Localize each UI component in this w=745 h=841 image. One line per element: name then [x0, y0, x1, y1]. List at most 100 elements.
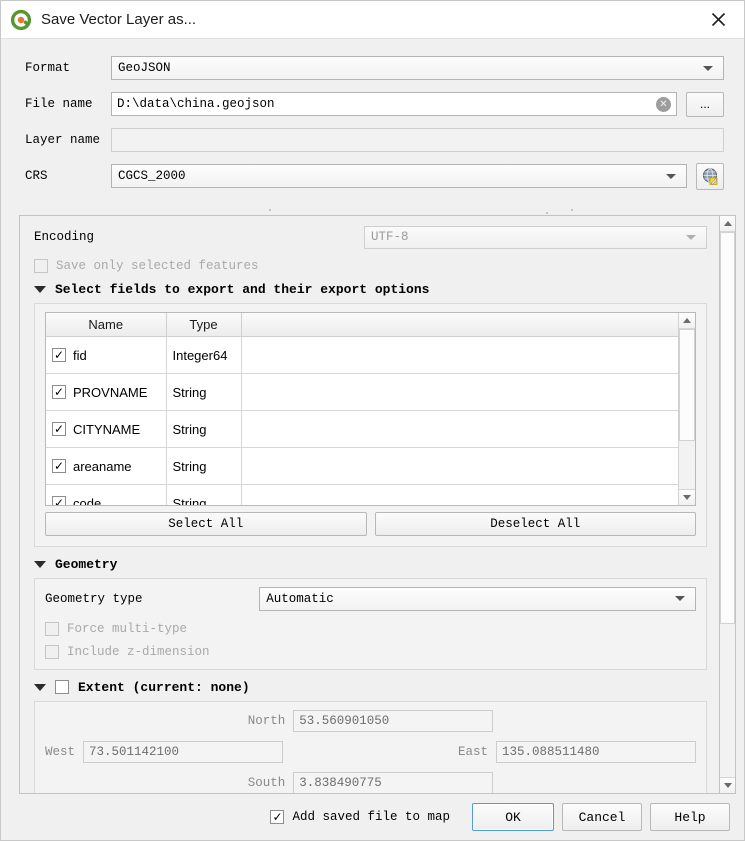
- extent-groupbox: North 53.560901050 West 73.501142100 Eas…: [34, 700, 707, 793]
- field-name-cell[interactable]: ✓ CITYNAME: [46, 410, 167, 449]
- include-z-dimension-label: Include z-dimension: [67, 644, 210, 659]
- extent-south-input[interactable]: 3.838490775: [293, 771, 494, 793]
- save-only-selected-row: Save only selected features: [34, 258, 707, 273]
- select-fields-groupbox: Name Type ✓ fid Integer64 ✓ PROVNAME Str…: [34, 302, 707, 547]
- cancel-button[interactable]: Cancel: [562, 803, 642, 831]
- column-header-name[interactable]: Name: [46, 312, 167, 338]
- browse-file-button[interactable]: ...: [686, 91, 724, 117]
- crs-row: CRS CGCS_2000: [25, 161, 724, 191]
- field-checkbox[interactable]: ✓: [52, 422, 66, 437]
- save-only-selected-label: Save only selected features: [56, 258, 259, 273]
- fields-scroll-track[interactable]: [679, 328, 695, 489]
- field-name-cell[interactable]: ✓ areaname: [46, 447, 167, 486]
- crs-label: CRS: [25, 169, 48, 183]
- field-type-cell: String: [166, 447, 242, 486]
- fields-buttons-row: Select All Deselect All: [45, 511, 696, 536]
- fields-table-viewport: Name Type ✓ fid Integer64 ✓ PROVNAME Str…: [46, 312, 678, 505]
- geometry-type-combobox[interactable]: Automatic: [259, 586, 696, 611]
- add-saved-file-label: Add saved file to map: [292, 810, 450, 824]
- field-checkbox[interactable]: ✓: [52, 459, 66, 474]
- table-row[interactable]: ✓ PROVNAME String: [46, 373, 678, 412]
- file-name-label: File name: [25, 97, 93, 111]
- file-name-value: D:\data\china.geojson: [117, 97, 275, 111]
- select-fields-section-title: Select fields to export and their export…: [55, 281, 430, 297]
- scroll-up-icon[interactable]: [720, 215, 735, 232]
- crs-combobox[interactable]: CGCS_2000: [111, 164, 687, 188]
- extent-east-label: East: [457, 744, 488, 759]
- extent-north-row: North 53.560901050: [45, 709, 696, 732]
- save-vector-layer-dialog: Save Vector Layer as... Format GeoJSON F…: [0, 0, 745, 841]
- options-scroll-track[interactable]: [720, 231, 735, 777]
- ok-button[interactable]: OK: [472, 803, 554, 831]
- field-name-text: PROVNAME: [73, 384, 148, 400]
- scroll-up-icon[interactable]: [679, 312, 695, 329]
- column-header-blank: [241, 312, 678, 338]
- fields-table-scrollbar[interactable]: [678, 312, 695, 505]
- save-only-selected-checkbox[interactable]: [34, 258, 48, 273]
- field-name-text: code: [73, 495, 102, 505]
- chevron-down-icon[interactable]: [34, 683, 46, 691]
- scroll-down-icon[interactable]: [720, 777, 735, 793]
- geometry-type-row: Geometry type Automatic: [45, 586, 696, 611]
- field-filler-cell: [241, 484, 678, 505]
- field-checkbox[interactable]: ✓: [52, 348, 66, 363]
- table-row[interactable]: ✓ fid Integer64: [46, 336, 678, 375]
- options-scroll-area: Encoding UTF-8 Save only selected featur…: [19, 214, 736, 794]
- encoding-row: Encoding UTF-8: [34, 225, 707, 249]
- options-scroll-thumb[interactable]: [720, 231, 735, 625]
- field-type-cell: Integer64: [166, 336, 242, 375]
- chevron-down-icon: [686, 234, 696, 240]
- add-saved-file-checkbox[interactable]: ✓: [270, 810, 285, 824]
- help-button[interactable]: Help: [650, 803, 730, 831]
- geometry-groupbox: Geometry type Automatic Force multi-type…: [34, 577, 707, 670]
- options-scrollbar[interactable]: [719, 214, 736, 794]
- field-name-cell[interactable]: ✓ code: [46, 484, 167, 505]
- extent-north-input[interactable]: 53.560901050: [293, 709, 494, 732]
- splitter-handle[interactable]: [1, 205, 744, 215]
- chevron-down-icon[interactable]: [34, 560, 46, 568]
- clear-icon[interactable]: ✕: [656, 96, 671, 112]
- include-z-dimension-checkbox[interactable]: [45, 644, 59, 659]
- extent-west-label: West: [45, 744, 76, 759]
- chevron-down-icon: [703, 65, 713, 71]
- fields-table: Name Type ✓ fid Integer64 ✓ PROVNAME Str…: [46, 312, 678, 505]
- select-fields-section-header[interactable]: Select fields to export and their export…: [34, 282, 707, 297]
- extent-west-east-row: West 73.501142100 East 135.088511480: [45, 740, 696, 763]
- include-z-dimension-row: Include z-dimension: [45, 644, 696, 659]
- field-name-text: areaname: [73, 458, 132, 474]
- column-header-type[interactable]: Type: [166, 312, 242, 338]
- extent-section-header[interactable]: Extent (current: none): [34, 680, 707, 695]
- field-filler-cell: [241, 447, 678, 486]
- format-row: Format GeoJSON: [25, 53, 724, 83]
- field-name-cell[interactable]: ✓ PROVNAME: [46, 373, 167, 412]
- extent-enable-checkbox[interactable]: [55, 680, 69, 695]
- add-saved-file-row: ✓ Add saved file to map: [270, 810, 450, 824]
- close-icon[interactable]: [698, 2, 738, 38]
- geometry-section-header[interactable]: Geometry: [34, 557, 707, 572]
- extent-east-input[interactable]: 135.088511480: [496, 740, 696, 763]
- format-label: Format: [25, 61, 71, 75]
- extent-west-input[interactable]: 73.501142100: [83, 740, 284, 763]
- layer-name-input[interactable]: [111, 128, 724, 152]
- field-checkbox[interactable]: ✓: [52, 385, 66, 400]
- fields-scroll-thumb[interactable]: [679, 328, 695, 441]
- table-row[interactable]: ✓ CITYNAME String: [46, 410, 678, 449]
- force-multi-type-checkbox[interactable]: [45, 621, 59, 636]
- extent-section-title: Extent (current: none): [78, 679, 250, 695]
- globe-select-crs-icon[interactable]: [696, 162, 724, 190]
- file-name-input[interactable]: D:\data\china.geojson ✕: [111, 92, 677, 116]
- field-name-cell[interactable]: ✓ fid: [46, 336, 167, 375]
- select-all-button[interactable]: Select All: [45, 511, 367, 536]
- field-checkbox[interactable]: ✓: [52, 496, 66, 505]
- table-row[interactable]: ✓ areaname String: [46, 447, 678, 486]
- format-combobox[interactable]: GeoJSON: [111, 56, 724, 80]
- qgis-logo-icon: [10, 9, 33, 31]
- force-multi-type-row: Force multi-type: [45, 621, 696, 636]
- deselect-all-button[interactable]: Deselect All: [374, 511, 696, 536]
- chevron-down-icon[interactable]: [34, 285, 46, 293]
- scroll-down-icon[interactable]: [679, 488, 695, 505]
- table-row[interactable]: ✓ code String: [46, 484, 678, 505]
- layer-name-row: Layer name: [25, 125, 724, 155]
- extent-south-label: South: [247, 775, 286, 790]
- encoding-combobox[interactable]: UTF-8: [364, 225, 707, 249]
